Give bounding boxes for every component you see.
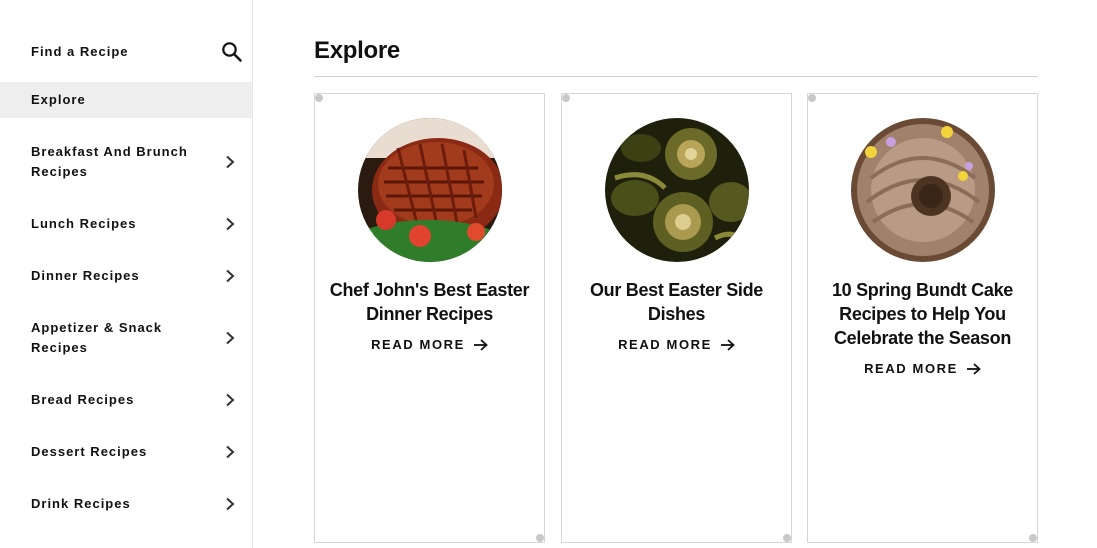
bundt-cake-image[interactable] bbox=[851, 118, 995, 262]
card-title[interactable]: Chef John's Best Easter Dinner Recipes bbox=[327, 278, 532, 326]
sidebar-item-breakfast-and-brunch[interactable]: Breakfast And Brunch Recipes bbox=[0, 142, 252, 184]
find-a-recipe-label: Find a Recipe bbox=[31, 44, 129, 59]
sidebar-item-label: Bread Recipes bbox=[31, 392, 135, 407]
find-a-recipe-row[interactable]: Find a Recipe bbox=[0, 34, 252, 70]
chevron-right-icon bbox=[224, 217, 236, 231]
chevron-right-icon bbox=[224, 269, 236, 283]
sidebar-item-label: Dinner Recipes bbox=[31, 268, 140, 283]
sidebar-nav: Find a Recipe Explore Breakfast And Brun… bbox=[0, 0, 253, 548]
arrow-right-icon bbox=[966, 362, 981, 375]
arrow-right-icon bbox=[720, 338, 735, 351]
card-corner-dot bbox=[315, 94, 323, 102]
sidebar-item-appetizer-and-snack[interactable]: Appetizer & Snack Recipes bbox=[0, 318, 252, 360]
sidebar-item-dessert[interactable]: Dessert Recipes bbox=[0, 442, 252, 462]
sidebar-item-label: Recipes bbox=[31, 340, 88, 355]
read-more-link[interactable]: READ MORE bbox=[562, 337, 791, 352]
card-title-line: Dinner Recipes bbox=[366, 304, 493, 324]
chevron-right-icon bbox=[224, 155, 236, 169]
arrow-right-icon bbox=[473, 338, 488, 351]
card-title-line: Our Best Easter Side bbox=[589, 280, 764, 300]
sidebar-item-label: Breakfast And Brunch bbox=[31, 144, 188, 159]
sidebar-item-label: Explore bbox=[31, 92, 86, 107]
card-title-line: Celebrate the Season bbox=[833, 328, 1012, 348]
chevron-right-icon bbox=[224, 393, 236, 407]
sidebar-item-lunch[interactable]: Lunch Recipes bbox=[0, 214, 252, 234]
card-title-line: Chef John's Best Easter bbox=[329, 280, 530, 300]
search-icon[interactable] bbox=[221, 41, 243, 63]
page-title: Explore bbox=[314, 37, 400, 64]
card-corner-dot bbox=[536, 534, 544, 542]
read-more-link[interactable]: READ MORE bbox=[315, 337, 544, 352]
card-corner-dot bbox=[783, 534, 791, 542]
sidebar-item-label: Lunch Recipes bbox=[31, 216, 137, 231]
recipe-card[interactable]: Our Best Easter Side Dishes READ MORE bbox=[561, 93, 792, 543]
sidebar-item-label: Drink Recipes bbox=[31, 496, 131, 511]
recipe-card[interactable]: Chef John's Best Easter Dinner Recipes R… bbox=[314, 93, 545, 543]
chevron-right-icon bbox=[224, 331, 236, 345]
card-title-line: 10 Spring Bundt Cake bbox=[831, 280, 1014, 300]
glazed-ham-image[interactable] bbox=[358, 118, 502, 262]
card-title[interactable]: Our Best Easter Side Dishes bbox=[574, 278, 779, 326]
recipe-card[interactable]: 10 Spring Bundt Cake Recipes to Help You… bbox=[807, 93, 1038, 543]
artichokes-image[interactable] bbox=[605, 118, 749, 262]
sidebar-item-dinner[interactable]: Dinner Recipes bbox=[0, 266, 252, 286]
card-corner-dot bbox=[1029, 534, 1037, 542]
sidebar-item-explore[interactable]: Explore bbox=[0, 82, 252, 118]
card-title-line: Dishes bbox=[647, 304, 706, 324]
chevron-right-icon bbox=[224, 445, 236, 459]
card-title-line: Recipes to Help You bbox=[839, 304, 1006, 324]
read-more-label: READ MORE bbox=[618, 337, 712, 352]
sidebar-item-bread[interactable]: Bread Recipes bbox=[0, 390, 252, 410]
chevron-right-icon bbox=[224, 497, 236, 511]
card-corner-dot bbox=[562, 94, 570, 102]
sidebar-item-label: Appetizer & Snack bbox=[31, 320, 163, 335]
sidebar-item-label: Recipes bbox=[31, 164, 88, 179]
card-title[interactable]: 10 Spring Bundt Cake Recipes to Help You… bbox=[820, 278, 1025, 350]
card-corner-dot bbox=[808, 94, 816, 102]
title-divider bbox=[314, 76, 1038, 77]
read-more-link[interactable]: READ MORE bbox=[808, 361, 1037, 376]
sidebar-item-drink[interactable]: Drink Recipes bbox=[0, 494, 252, 514]
read-more-label: READ MORE bbox=[864, 361, 958, 376]
read-more-label: READ MORE bbox=[371, 337, 465, 352]
sidebar-item-label: Dessert Recipes bbox=[31, 444, 148, 459]
